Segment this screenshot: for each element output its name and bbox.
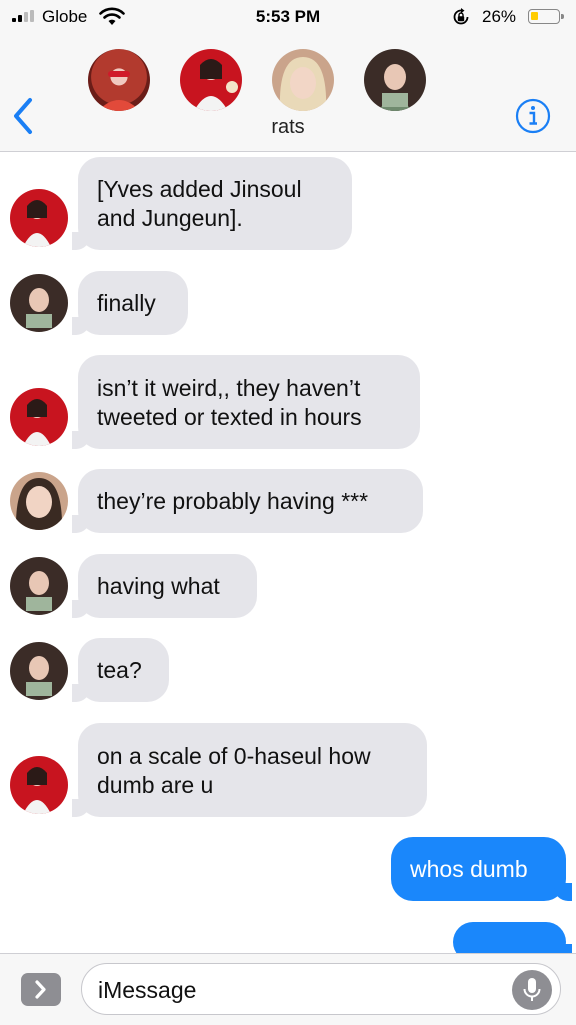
message-bubble[interactable]: [Yves added Jinsoul and Jungeun]. bbox=[72, 157, 352, 250]
message-bubble[interactable]: tea? bbox=[72, 638, 169, 702]
message-bubble-outgoing[interactable]: whos dumb bbox=[391, 837, 572, 901]
sender-avatar[interactable] bbox=[10, 472, 68, 530]
message-text: [Yves added Jinsoul and Jungeun]. bbox=[97, 176, 302, 231]
sender-avatar[interactable] bbox=[10, 388, 68, 446]
message-bubble[interactable]: isn’t it weird,, they haven’t tweeted or… bbox=[72, 355, 420, 449]
message-input-container[interactable] bbox=[81, 963, 561, 1015]
message-text: tea? bbox=[97, 657, 142, 683]
info-icon[interactable] bbox=[515, 98, 551, 134]
status-bar: Globe 5:53 PM 26% bbox=[0, 0, 576, 34]
chevron-right-icon bbox=[35, 980, 46, 999]
sender-avatar[interactable] bbox=[10, 557, 68, 615]
conversation-header: rats bbox=[0, 34, 576, 152]
microphone-icon bbox=[523, 978, 541, 1001]
group-member-avatar[interactable] bbox=[88, 49, 150, 111]
conversation-title[interactable]: rats bbox=[0, 116, 576, 139]
sender-avatar[interactable] bbox=[10, 274, 68, 332]
message-text: isn’t it weird,, they haven’t tweeted or… bbox=[97, 375, 362, 430]
message-text: finally bbox=[97, 290, 156, 316]
message-text: having what bbox=[97, 573, 220, 599]
message-bubble[interactable]: on a scale of 0-haseul how dumb are u bbox=[72, 723, 427, 817]
message-text: they’re probably having *** bbox=[97, 488, 369, 514]
composer-bar bbox=[0, 953, 576, 1025]
sender-avatar[interactable] bbox=[10, 189, 68, 247]
message-bubble[interactable]: having what bbox=[72, 554, 257, 618]
message-text: whos dumb bbox=[410, 856, 528, 882]
group-member-avatar[interactable] bbox=[364, 49, 426, 111]
group-member-avatar[interactable] bbox=[272, 49, 334, 111]
message-bubble[interactable]: finally bbox=[72, 271, 188, 335]
message-text: on a scale of 0-haseul how dumb are u bbox=[97, 743, 371, 798]
battery-percent: 26% bbox=[482, 7, 517, 26]
sender-avatar[interactable] bbox=[10, 642, 68, 700]
sender-avatar[interactable] bbox=[10, 756, 68, 814]
rotation-lock-icon bbox=[453, 8, 469, 25]
group-member-avatar[interactable] bbox=[180, 49, 242, 111]
message-input[interactable] bbox=[96, 974, 500, 1006]
message-bubble[interactable]: they’re probably having *** bbox=[72, 469, 423, 533]
app-drawer-button[interactable] bbox=[21, 973, 61, 1006]
microphone-button[interactable] bbox=[512, 970, 552, 1010]
battery-icon bbox=[528, 9, 564, 24]
